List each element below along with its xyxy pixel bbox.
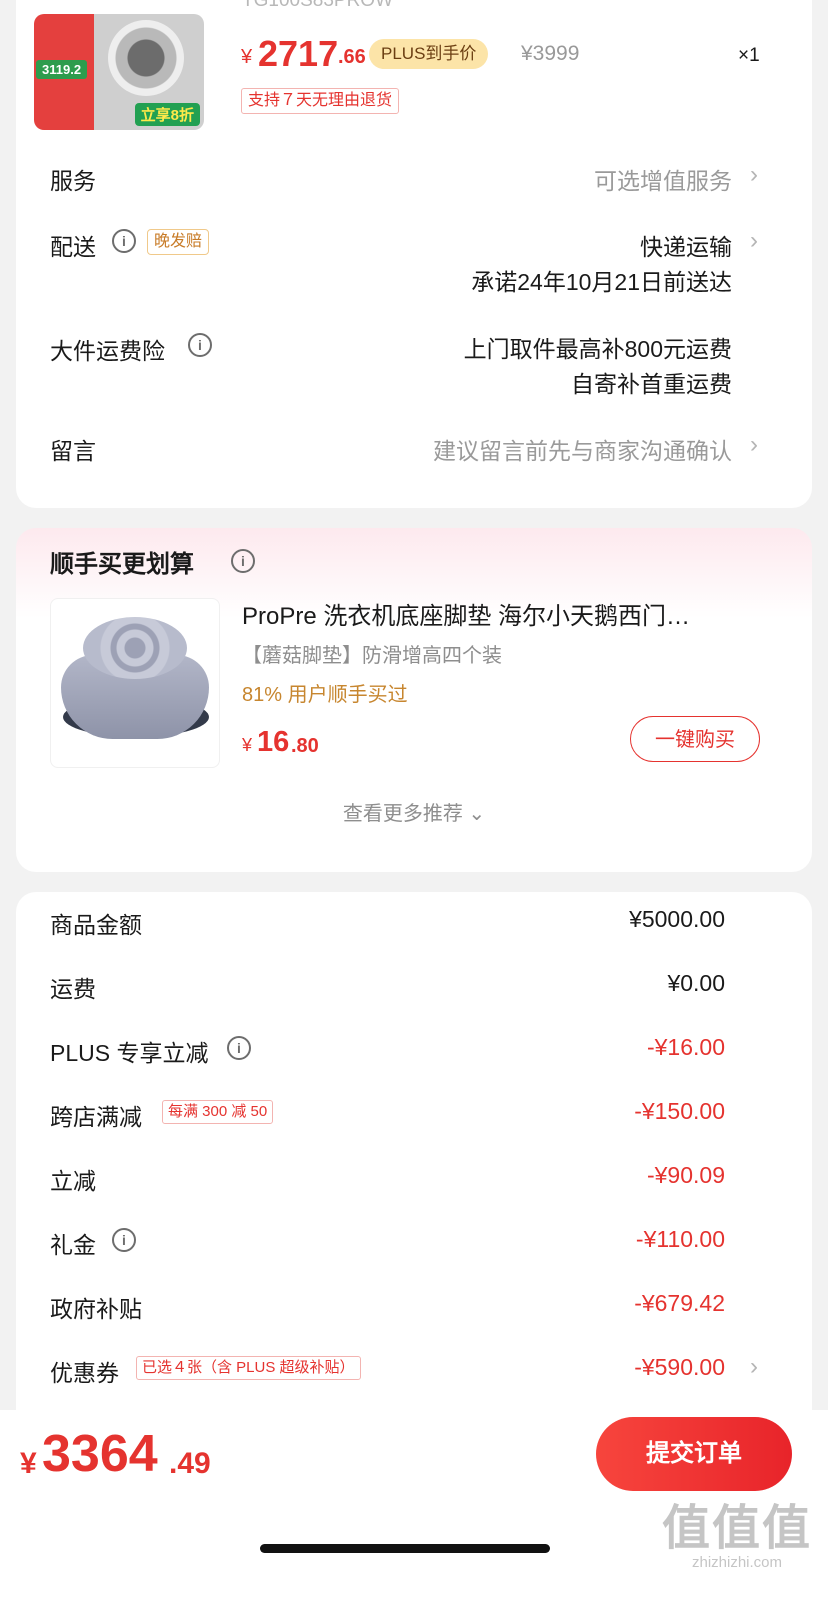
recommend-product-name[interactable]: ProPre 洗衣机底座脚垫 海尔小天鹅西门… (242, 596, 752, 631)
product-thumbnail[interactable]: 3119.2 立享8折 (34, 14, 204, 130)
more-recommendations-link[interactable]: 查看更多推荐 ⌄ (0, 797, 828, 826)
plus-discount-info-icon[interactable]: i (227, 1036, 251, 1060)
goods-amount-label: 商品金额 (50, 912, 142, 938)
insurance-line-1: 上门取件最高补800元运费 (463, 336, 732, 362)
shipping-fee-value: ¥0.00 (667, 970, 725, 996)
recommend-price-decimal: .80 (291, 735, 319, 757)
recommend-product-subtitle: 【蘑菇脚垫】防滑增高四个装 (242, 645, 502, 667)
message-label: 留言 (50, 438, 96, 464)
gift-money-value: -¥110.00 (635, 1226, 725, 1252)
quantity: ×1 (738, 45, 760, 66)
price-integer: 2717 (258, 33, 339, 74)
delivery-chevron-icon[interactable]: › (750, 227, 758, 255)
gov-subsidy-label: 政府补贴 (50, 1296, 142, 1322)
washer-drum-image (108, 20, 184, 96)
recommend-buy-percent: 81% 用户顺手买过 (242, 684, 408, 706)
price-decimal: .66 (338, 46, 366, 68)
price-currency: ¥ (241, 46, 253, 68)
message-chevron-icon[interactable]: › (750, 431, 758, 459)
delivery-method[interactable]: 快递运输 (640, 228, 732, 262)
insurance-label: 大件运费险 (50, 338, 165, 364)
shipping-fee-label: 运费 (50, 976, 96, 1002)
plus-price-badge: PLUS到手价 (369, 39, 489, 69)
thumb-promo-tag: 立享8折 (134, 103, 200, 126)
total-decimal: .49 (169, 1447, 211, 1480)
cross-store-discount-label: 跨店满减 (50, 1104, 142, 1130)
insurance-info-icon[interactable]: i (188, 333, 212, 357)
coupon-value[interactable]: -¥590.00 (634, 1354, 725, 1381)
foot-pad-top (83, 617, 187, 679)
cross-store-discount-value: -¥150.00 (634, 1098, 725, 1124)
cross-store-discount-tag: 每满 300 减 50 (162, 1100, 274, 1124)
original-price: ¥3999 (521, 42, 580, 65)
one-click-buy-button[interactable]: 一键购买 (630, 716, 760, 762)
product-model: TG100S83PROW (242, 0, 393, 11)
total-integer: 3364 (42, 1425, 158, 1483)
recommend-title: 顺手买更划算 (50, 551, 194, 578)
instant-discount-label: 立减 (50, 1168, 96, 1194)
gift-money-label: 礼金 (50, 1232, 96, 1258)
recommend-price-currency: ¥ (242, 735, 253, 755)
delivery-label: 配送 (50, 234, 96, 260)
home-indicator[interactable] (260, 1544, 550, 1553)
insurance-line-2: 自寄补首重运费 (571, 371, 732, 397)
site-watermark: 值值值 zhizhizhi.com (662, 1488, 812, 1571)
recommend-info-icon[interactable]: i (231, 549, 255, 573)
total-currency: ¥ (20, 1447, 37, 1480)
service-chevron-icon[interactable]: › (750, 161, 758, 189)
coupon-selected-tag: 已选４张（含 PLUS 超级补贴） (136, 1356, 361, 1380)
delivery-info-icon[interactable]: i (112, 229, 136, 253)
plus-discount-value: -¥16.00 (646, 1034, 725, 1060)
watermark-logo: 值值值 (662, 1502, 813, 1555)
gov-subsidy-value: -¥679.42 (634, 1290, 725, 1316)
coupon-label: 优惠券 (50, 1360, 119, 1386)
return-policy-tag: 支持７天无理由退货 (241, 88, 400, 114)
late-compensation-tag: 晚发赔 (147, 229, 210, 255)
submit-order-button[interactable]: 提交订单 (596, 1417, 792, 1491)
service-value[interactable]: 可选增值服务 (594, 162, 732, 196)
gift-money-info-icon[interactable]: i (112, 1228, 136, 1252)
service-label: 服务 (50, 168, 96, 194)
delivery-promise: 承诺24年10月21日前送达 (471, 269, 732, 295)
plus-discount-label: PLUS 专享立减 (50, 1040, 209, 1066)
message-input[interactable]: 建议留言前先与商家沟通确认 (433, 432, 732, 466)
recommend-product-image[interactable] (50, 598, 220, 768)
thumb-price-tag: 3119.2 (36, 60, 88, 79)
recommend-price-integer: 16 (257, 726, 290, 758)
instant-discount-value: -¥90.09 (646, 1162, 725, 1188)
goods-amount-value: ¥5000.00 (629, 906, 725, 932)
coupon-chevron-icon[interactable]: › (750, 1353, 758, 1381)
